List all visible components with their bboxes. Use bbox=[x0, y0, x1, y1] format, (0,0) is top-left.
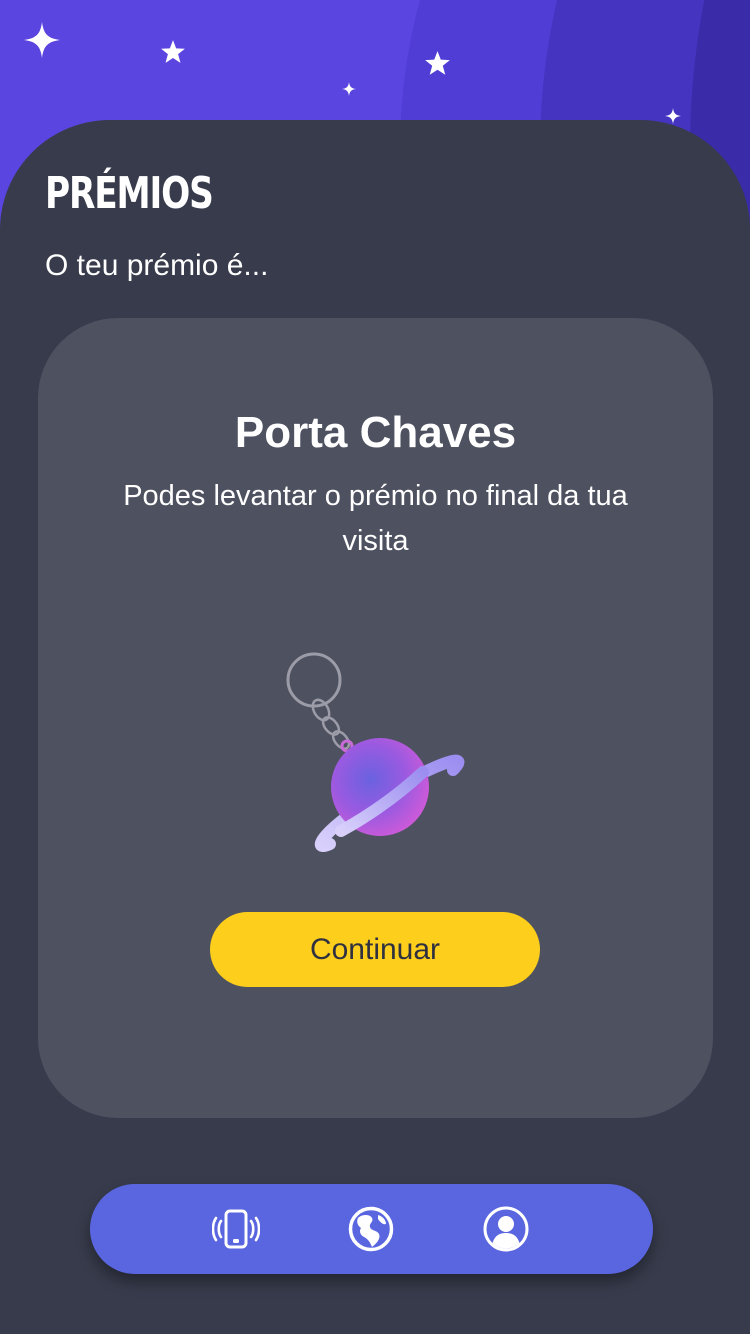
sparkle-icon bbox=[342, 82, 356, 96]
nav-item-globe[interactable] bbox=[346, 1204, 396, 1254]
nav-item-profile[interactable] bbox=[481, 1204, 531, 1254]
continue-button[interactable]: Continuar bbox=[210, 912, 540, 987]
star-icon bbox=[161, 40, 185, 63]
user-profile-icon bbox=[483, 1206, 529, 1252]
star-icon bbox=[425, 51, 450, 75]
prize-name: Porta Chaves bbox=[234, 408, 517, 457]
sparkle-icon bbox=[24, 22, 60, 58]
bottom-navigation bbox=[90, 1184, 653, 1274]
prize-card: Porta Chaves Podes levantar o prémio no … bbox=[38, 318, 713, 1118]
sparkle-icon bbox=[665, 108, 681, 124]
vibrating-phone-icon bbox=[212, 1209, 260, 1249]
planet-keychain-icon bbox=[286, 652, 465, 852]
globe-icon bbox=[348, 1206, 394, 1252]
prize-description: Podes levantar o prémio no final da tua … bbox=[123, 480, 628, 557]
page-title: PRÉMIOS bbox=[45, 168, 214, 219]
nav-item-vibration[interactable] bbox=[211, 1204, 261, 1254]
page-subtitle: O teu prémio é... bbox=[45, 249, 269, 282]
